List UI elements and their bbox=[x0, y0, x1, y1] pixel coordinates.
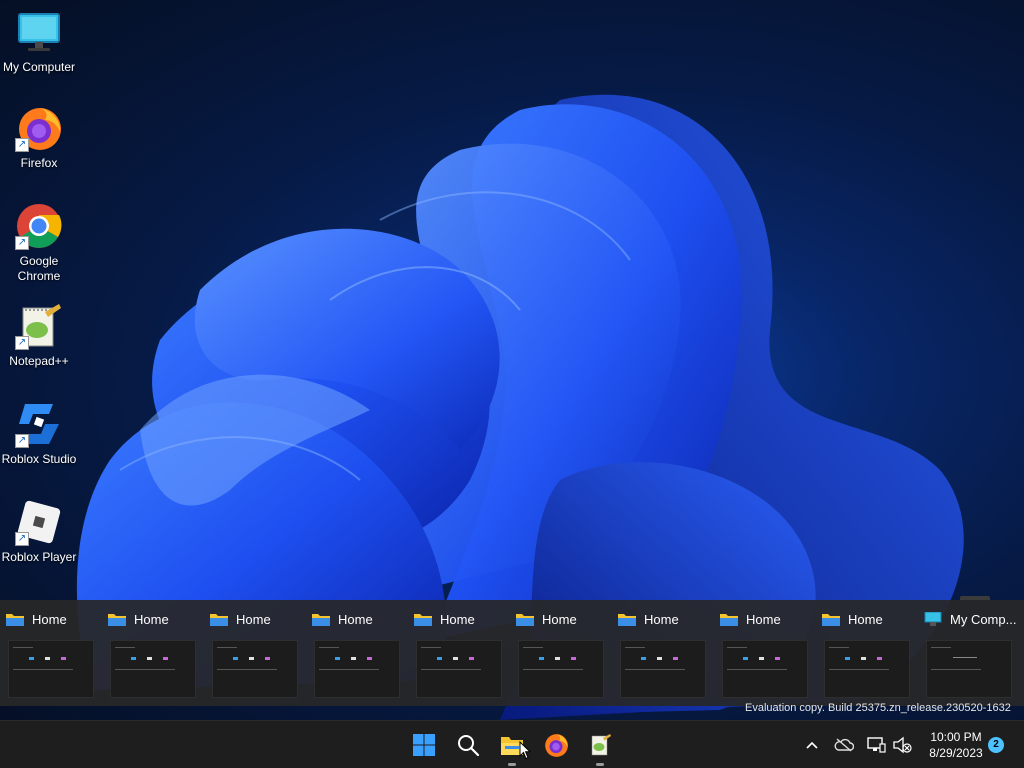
window-title: Home bbox=[644, 611, 679, 627]
desktop-icon-label: Roblox Player bbox=[1, 550, 77, 564]
desktop-icon-notepadpp[interactable]: ↗ Notepad++ bbox=[0, 302, 78, 369]
window-title: Home bbox=[32, 611, 67, 627]
desktop-icon-roblox-player[interactable]: ↗ Roblox Player bbox=[0, 498, 78, 565]
notepadpp-icon bbox=[591, 734, 611, 756]
window-preview bbox=[110, 640, 196, 698]
taskbar-notepadpp[interactable] bbox=[584, 729, 616, 766]
window-preview bbox=[8, 640, 94, 698]
window-title: My Comp... bbox=[950, 611, 1017, 627]
search-button[interactable] bbox=[452, 729, 484, 761]
onedrive-button[interactable] bbox=[834, 735, 854, 755]
windows-start-icon bbox=[413, 734, 435, 756]
shortcut-arrow-icon: ↗ bbox=[15, 336, 29, 350]
desktop-icon-google-chrome[interactable]: ↗ Google Chrome bbox=[0, 202, 78, 284]
window-thumbnail[interactable]: Home bbox=[102, 600, 204, 706]
shortcut-arrow-icon: ↗ bbox=[15, 138, 29, 152]
folder-icon bbox=[822, 614, 840, 626]
window-preview bbox=[416, 640, 502, 698]
roblox-player-icon: ↗ bbox=[15, 498, 63, 546]
window-thumbnail[interactable]: Home bbox=[0, 600, 102, 706]
volume-muted-icon bbox=[893, 736, 912, 754]
window-preview bbox=[620, 640, 706, 698]
window-title: Home bbox=[236, 611, 271, 627]
folder-icon bbox=[210, 614, 228, 626]
folder-icon bbox=[108, 614, 126, 626]
evaluation-watermark: Evaluation copy. Build 25375.zn_release.… bbox=[745, 702, 1011, 714]
running-indicator bbox=[508, 763, 516, 766]
taskbar-thumbnail-strip: Home Home Home Home Home Home Home Home … bbox=[0, 600, 1024, 706]
firefox-icon: ↗ bbox=[15, 104, 63, 152]
window-title: Home bbox=[440, 611, 475, 627]
folder-icon bbox=[6, 614, 24, 626]
window-preview bbox=[314, 640, 400, 698]
folder-icon bbox=[414, 614, 432, 626]
roblox-studio-icon: ↗ bbox=[15, 400, 63, 448]
window-preview bbox=[722, 640, 808, 698]
window-thumbnail[interactable]: Home bbox=[612, 600, 714, 706]
folder-icon bbox=[618, 614, 636, 626]
window-title: Home bbox=[848, 611, 883, 627]
notification-badge[interactable]: 2 bbox=[988, 737, 1004, 753]
onedrive-icon bbox=[834, 738, 854, 752]
shortcut-arrow-icon: ↗ bbox=[15, 236, 29, 250]
firefox-icon bbox=[545, 734, 568, 757]
window-thumbnail[interactable]: Home bbox=[714, 600, 816, 706]
folder-icon bbox=[516, 614, 534, 626]
network-button[interactable] bbox=[866, 735, 886, 755]
window-thumbnail[interactable]: Home bbox=[816, 600, 918, 706]
desktop-icon-label: Roblox Studio bbox=[1, 452, 77, 466]
desktop-icon-firefox[interactable]: ↗ Firefox bbox=[0, 104, 78, 171]
window-preview bbox=[212, 640, 298, 698]
folder-icon bbox=[312, 614, 330, 626]
window-title: Home bbox=[134, 611, 169, 627]
window-thumbnail[interactable]: Home bbox=[204, 600, 306, 706]
start-button[interactable] bbox=[408, 729, 440, 761]
folder-icon bbox=[720, 614, 738, 626]
monitor-icon bbox=[924, 612, 942, 626]
window-title: Home bbox=[542, 611, 577, 627]
mouse-cursor-icon bbox=[519, 741, 531, 760]
shortcut-arrow-icon: ↗ bbox=[15, 434, 29, 448]
clock-date: 8/29/2023 bbox=[929, 746, 983, 760]
window-preview bbox=[824, 640, 910, 698]
shortcut-arrow-icon: ↗ bbox=[15, 532, 29, 546]
window-thumbnail[interactable]: My Comp... bbox=[918, 600, 1020, 706]
window-title: Home bbox=[338, 611, 373, 627]
monitor-icon bbox=[15, 8, 63, 56]
desktop-icon-label: Google Chrome bbox=[17, 254, 61, 283]
clock-button[interactable]: 10:00 PM 8/29/2023 bbox=[920, 729, 992, 761]
window-thumbnail[interactable]: Home bbox=[306, 600, 408, 706]
desktop-icon-roblox-studio[interactable]: ↗ Roblox Studio bbox=[0, 400, 78, 467]
notepadpp-icon: ↗ bbox=[15, 302, 63, 350]
running-indicator bbox=[596, 763, 604, 766]
taskbar-firefox[interactable] bbox=[540, 729, 572, 761]
chevron-up-icon bbox=[806, 741, 818, 749]
search-icon bbox=[458, 735, 480, 757]
desktop-icon-label: Firefox bbox=[20, 156, 58, 170]
window-thumbnail[interactable]: Home bbox=[510, 600, 612, 706]
window-preview bbox=[926, 640, 1012, 698]
desktop-icon-label: Notepad++ bbox=[9, 354, 69, 368]
volume-button[interactable] bbox=[892, 735, 912, 755]
show-hidden-icons-button[interactable] bbox=[802, 735, 822, 755]
window-title: Home bbox=[746, 611, 781, 627]
desktop-icon-label: My Computer bbox=[2, 60, 76, 74]
window-thumbnail[interactable]: Home bbox=[408, 600, 510, 706]
window-preview bbox=[518, 640, 604, 698]
taskbar: 10:00 PM 8/29/2023 2 bbox=[0, 720, 1024, 768]
chrome-icon: ↗ bbox=[15, 202, 63, 250]
desktop-icon-my-computer[interactable]: My Computer bbox=[0, 8, 78, 75]
clock-time: 10:00 PM bbox=[930, 730, 982, 744]
network-icon bbox=[867, 737, 886, 753]
